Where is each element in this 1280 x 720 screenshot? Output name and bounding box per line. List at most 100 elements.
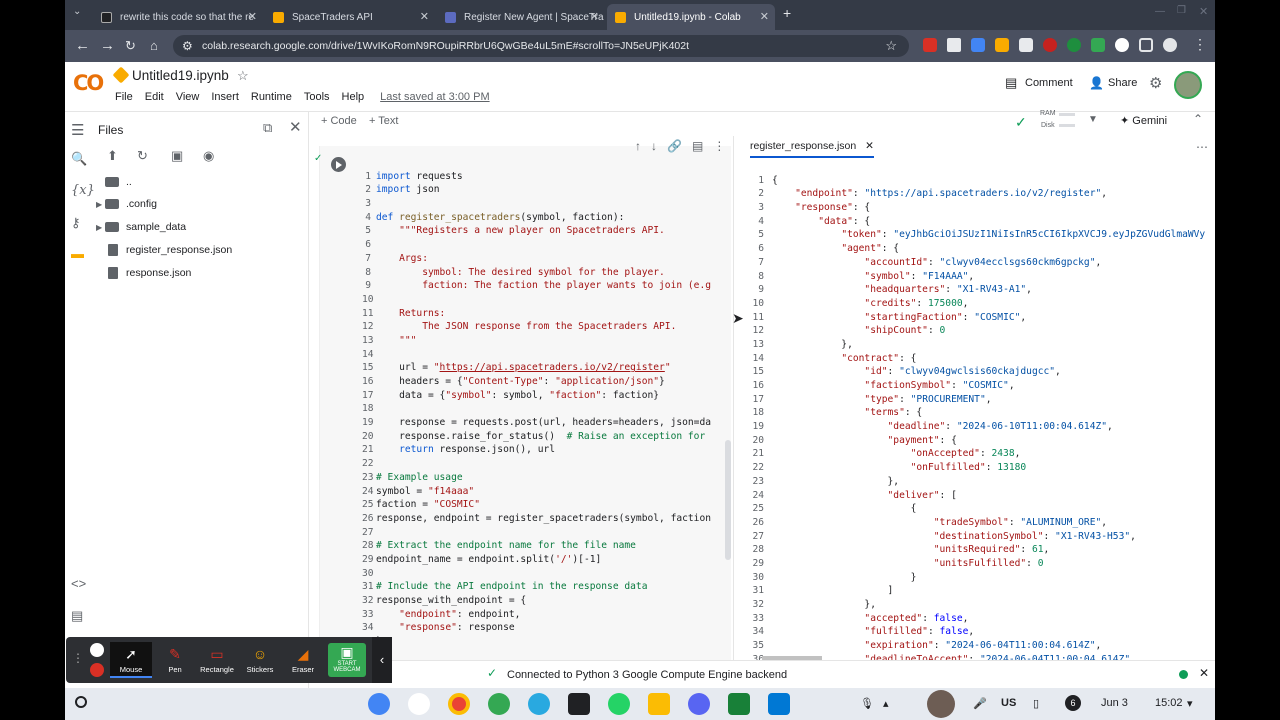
colab-logo[interactable]: CO	[73, 71, 104, 95]
chevron-up-icon[interactable]: ▴	[883, 697, 889, 710]
json-file-tab[interactable]: register_response.json ✕	[750, 140, 874, 158]
browser-menu-icon[interactable]: ⋮	[1193, 36, 1207, 53]
user-avatar[interactable]	[1174, 71, 1202, 99]
folder-icon[interactable]: ▬	[71, 246, 84, 261]
date-display[interactable]: Jun 3	[1101, 697, 1128, 709]
chrome-icon[interactable]	[448, 693, 470, 715]
file-row[interactable]: .config	[105, 198, 157, 210]
close-panel-icon[interactable]: ✕	[289, 118, 302, 136]
extension-icon[interactable]	[1091, 38, 1105, 52]
url-field[interactable]: ⚙ colab.research.google.com/drive/1WvIKo…	[173, 35, 909, 57]
clock-display[interactable]: 15:02	[1155, 697, 1183, 709]
runtime-dropdown-icon[interactable]: ▼	[1088, 114, 1098, 125]
menu-view[interactable]: View	[176, 91, 200, 103]
back-icon[interactable]: ←	[75, 37, 90, 54]
close-status-icon[interactable]: ✕	[1199, 666, 1209, 680]
close-icon[interactable]: ✕	[420, 10, 429, 23]
terminal-icon[interactable]	[568, 693, 590, 715]
start-webcam-button[interactable]: ▣ START WEBCAM	[328, 643, 366, 677]
wifi-icon[interactable]: ▾	[1187, 697, 1193, 710]
tab-rewrite-code[interactable]: rewrite this code so that the re ✕	[93, 4, 263, 30]
menu-edit[interactable]: Edit	[145, 91, 164, 103]
reload-icon[interactable]: ↻	[125, 38, 136, 54]
bookmark-star-icon[interactable]: ☆	[885, 35, 897, 57]
close-icon[interactable]: ✕	[590, 10, 599, 23]
user-avatar[interactable]	[927, 690, 955, 718]
maximize-icon[interactable]: ❐	[1177, 5, 1186, 16]
show-hidden-eye-icon[interactable]: ◉	[203, 148, 214, 164]
collapse-chevron-icon[interactable]: ‹	[372, 637, 392, 683]
search-icon[interactable]: 🔍	[71, 151, 87, 167]
chevron-right-icon[interactable]: ▶	[96, 200, 102, 209]
file-row[interactable]: response.json	[105, 267, 191, 279]
extension-icon[interactable]	[947, 38, 961, 52]
menu-tools[interactable]: Tools	[304, 91, 330, 103]
file-row[interactable]: ..	[105, 176, 132, 188]
tool-rectangle[interactable]: ▭ Rectangle	[196, 643, 238, 674]
command-palette-icon[interactable]: ▤	[71, 608, 83, 624]
window-close-icon[interactable]: ✕	[1199, 5, 1208, 18]
whatsapp-icon[interactable]	[608, 693, 630, 715]
comment-button[interactable]: Comment	[1025, 77, 1073, 89]
variables-icon[interactable]: {x}	[71, 183, 95, 198]
notebook-title[interactable]: Untitled19.ipynb	[132, 68, 229, 83]
launcher-icon[interactable]	[75, 696, 87, 708]
file-row[interactable]: sample_data	[105, 221, 186, 233]
close-icon[interactable]: ✕	[760, 10, 769, 23]
extension-icon[interactable]	[995, 38, 1009, 52]
open-in-tab-icon[interactable]: ⧉	[263, 120, 272, 136]
share-button[interactable]: Share	[1108, 77, 1137, 89]
meet-icon[interactable]	[648, 693, 670, 715]
gemini-button[interactable]: ✦ Gemini	[1120, 114, 1167, 127]
close-icon[interactable]: ✕	[865, 140, 874, 152]
tab-spacetraders-api[interactable]: SpaceTraders API ✕	[265, 4, 435, 30]
toc-icon[interactable]: ☰	[71, 121, 84, 139]
phone-hub-icon[interactable]: ▯	[1033, 697, 1039, 710]
cell-scrollbar[interactable]	[725, 440, 731, 560]
tab-colab[interactable]: Untitled19.ipynb - Colab ✕	[607, 4, 775, 30]
tab-search-icon[interactable]: ⌄	[73, 6, 81, 17]
keyboard-locale[interactable]: US	[1001, 697, 1016, 709]
tool-mouse[interactable]: ➚ Mouse	[110, 642, 152, 678]
extension-icon[interactable]	[923, 38, 937, 52]
secrets-key-icon[interactable]: ⚷	[71, 215, 81, 231]
tool-pen[interactable]: ✎ Pen	[154, 643, 196, 674]
menu-runtime[interactable]: Runtime	[251, 91, 292, 103]
extension-icon[interactable]	[971, 38, 985, 52]
tool-eraser[interactable]: ◢ Eraser	[282, 643, 324, 674]
ram-usage-bar[interactable]	[1059, 113, 1075, 116]
menu-help[interactable]: Help	[342, 91, 365, 103]
assistant-icon[interactable]	[408, 693, 430, 715]
disk-usage-bar[interactable]	[1059, 124, 1075, 127]
extension-icon[interactable]	[1115, 38, 1129, 52]
app-grid-icon[interactable]	[368, 693, 390, 715]
settings-gear-icon[interactable]: ⚙	[1149, 74, 1162, 92]
star-icon[interactable]: ☆	[237, 68, 249, 84]
collapse-header-icon[interactable]: ⌃	[1193, 112, 1203, 126]
extension-icon[interactable]	[1067, 38, 1081, 52]
add-text-button[interactable]: + Text	[369, 115, 398, 127]
run-cell-button[interactable]	[331, 157, 346, 172]
move-up-icon[interactable]: ↑	[635, 139, 641, 153]
menu-insert[interactable]: Insert	[211, 91, 239, 103]
play-store-icon[interactable]	[488, 693, 510, 715]
drag-handle-icon[interactable]: ⋮	[72, 651, 84, 665]
move-down-icon[interactable]: ↓	[651, 139, 657, 153]
home-icon[interactable]: ⌂	[150, 38, 158, 53]
menu-file[interactable]: File	[115, 91, 133, 103]
minimize-icon[interactable]: —	[1155, 6, 1165, 17]
mount-drive-icon[interactable]: ▣	[171, 148, 183, 164]
upload-file-icon[interactable]: ⬆	[107, 148, 118, 164]
cell-settings-icon[interactable]: ⋮	[713, 139, 725, 153]
file-row[interactable]: register_response.json	[105, 244, 232, 256]
site-info-icon[interactable]: ⚙	[182, 35, 193, 57]
vscode-icon[interactable]	[768, 693, 790, 715]
pause-icon[interactable]	[90, 643, 104, 657]
new-tab-icon[interactable]: +	[783, 5, 791, 21]
add-code-button[interactable]: + Code	[321, 115, 357, 127]
link-icon[interactable]: 🔗	[667, 139, 682, 153]
code-snippets-icon[interactable]: <>	[71, 576, 86, 591]
extension-icon[interactable]	[1019, 38, 1033, 52]
code-editor[interactable]: 1 import requests 2 import json 3 4 def reg…	[362, 156, 711, 660]
profile-avatar-icon[interactable]	[1163, 38, 1177, 52]
